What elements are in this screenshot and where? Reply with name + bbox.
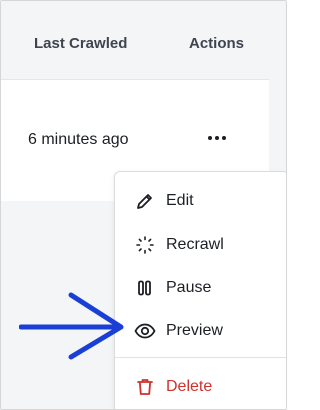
menu-item-pause[interactable]: Pause — [115, 268, 286, 308]
menu-item-delete[interactable]: Delete — [115, 367, 286, 407]
column-header-last-crawled[interactable]: Last Crawled — [34, 35, 127, 52]
last-crawled-cell: 6 minutes ago — [28, 131, 129, 148]
menu-item-label: Edit — [166, 192, 194, 209]
more-actions-button[interactable] — [204, 128, 230, 148]
pause-icon — [134, 277, 156, 299]
menu-item-label: Recrawl — [166, 236, 224, 253]
ellipsis-dot — [215, 136, 219, 140]
menu-item-label: Delete — [166, 378, 213, 395]
eye-icon — [134, 320, 156, 342]
trash-icon — [134, 376, 156, 398]
loader-dots-icon — [134, 234, 156, 256]
pencil-icon — [134, 190, 156, 212]
ellipsis-dot — [222, 136, 226, 140]
actions-dropdown-menu: Edit Recrawl Pause Preview Delete — [114, 171, 286, 409]
table-header: Last Crawled Actions — [1, 1, 286, 80]
annotation-arrow-icon — [19, 292, 124, 360]
menu-item-label: Pause — [166, 279, 212, 296]
menu-item-label: Preview — [166, 322, 223, 339]
ellipsis-horizontal-icon — [208, 136, 212, 140]
column-header-actions: Actions — [189, 35, 245, 52]
menu-divider — [115, 357, 286, 358]
menu-item-edit[interactable]: Edit — [115, 181, 286, 221]
menu-item-recrawl[interactable]: Recrawl — [115, 225, 286, 265]
menu-item-preview[interactable]: Preview — [115, 311, 286, 351]
table-panel: Last Crawled Actions 6 minutes ago Edit — [0, 0, 287, 410]
